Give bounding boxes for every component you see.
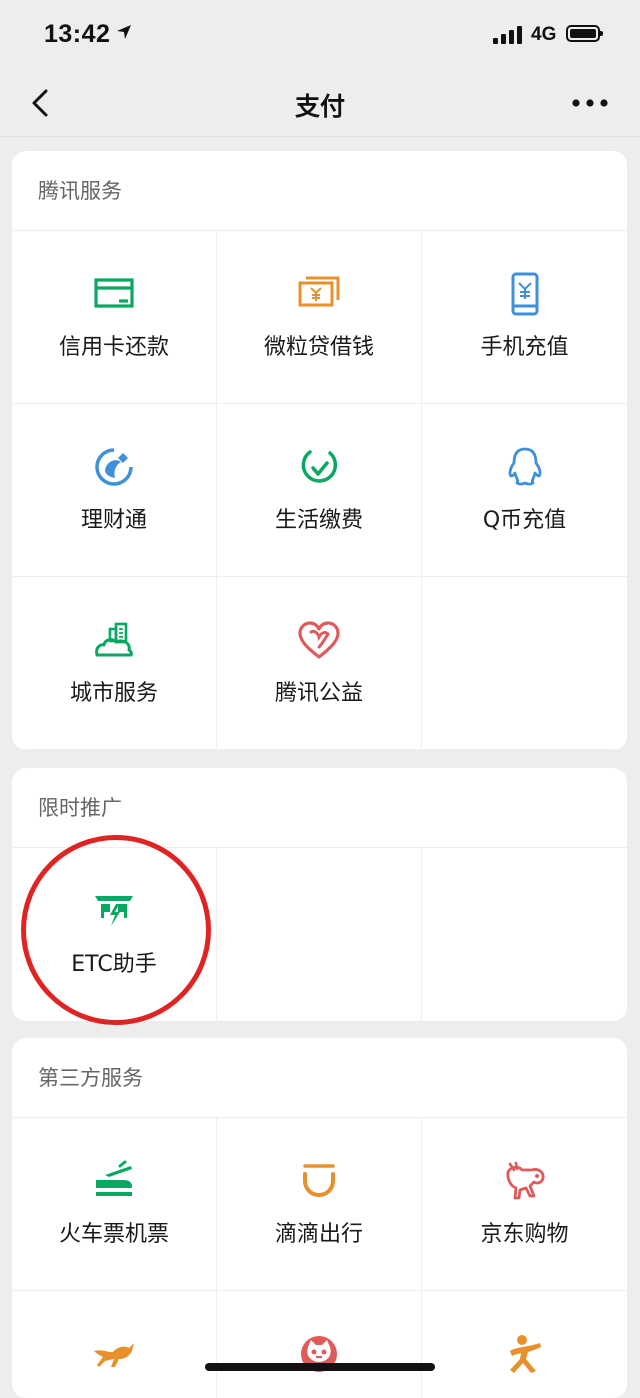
- service-label: 微粒贷借钱: [263, 335, 374, 360]
- service-didi[interactable]: 滴滴出行: [217, 1118, 422, 1291]
- didi-icon: [296, 1158, 342, 1204]
- service-jd-shopping[interactable]: 京东购物: [422, 1118, 627, 1291]
- third-party-services-card: 第三方服务 火车票机票 滴滴出行 京东购物: [12, 1038, 627, 1398]
- more-options-icon[interactable]: [568, 90, 612, 116]
- battery-icon: [566, 25, 603, 42]
- home-indicator[interactable]: [205, 1363, 435, 1371]
- service-mobile-topup[interactable]: 手机充值: [422, 231, 627, 404]
- service-licaitong[interactable]: 理财通: [12, 404, 217, 577]
- service-qq-coin[interactable]: Q币充值: [422, 404, 627, 577]
- train-ticket-icon: [91, 1158, 137, 1204]
- promo-card: 限时推广 ETC助手: [12, 768, 627, 1021]
- service-tencent-charity[interactable]: 腾讯公益: [217, 577, 422, 750]
- status-time: 13:42: [44, 20, 111, 48]
- service-label: 城市服务: [69, 681, 158, 706]
- service-train-flight-tickets[interactable]: 火车票机票: [12, 1118, 217, 1291]
- empty-cell: [217, 848, 422, 1021]
- section-title: 限时推广: [12, 768, 627, 848]
- service-meituan[interactable]: [12, 1291, 217, 1398]
- service-label: 生活缴费: [274, 508, 363, 533]
- service-label: ETC助手: [71, 952, 157, 977]
- cellular-signal-icon: [493, 24, 523, 44]
- service-label: 滴滴出行: [274, 1222, 363, 1247]
- service-weilidai-loan[interactable]: 微粒贷借钱: [217, 231, 422, 404]
- nav-bar: 支付: [0, 70, 640, 137]
- wealth-icon: [91, 444, 137, 490]
- qq-coin-icon: [502, 444, 548, 490]
- loan-icon: [296, 271, 342, 317]
- page-title: 支付: [294, 92, 345, 121]
- service-utilities[interactable]: 生活缴费: [217, 404, 422, 577]
- service-credit-card-repay[interactable]: 信用卡还款: [12, 231, 217, 404]
- service-label: 腾讯公益: [274, 681, 363, 706]
- service-etc-assistant[interactable]: ETC助手: [12, 848, 217, 1021]
- charity-heart-icon: [296, 617, 342, 663]
- kangaroo-icon: [91, 1331, 137, 1377]
- service-label: 理财通: [80, 508, 147, 533]
- empty-cell: [422, 848, 627, 1021]
- location-arrow-icon: [117, 25, 131, 39]
- service-tmall[interactable]: [217, 1291, 422, 1398]
- service-label: 京东购物: [480, 1222, 569, 1247]
- status-bar: 13:42 4G: [0, 0, 640, 70]
- service-label: 信用卡还款: [58, 335, 169, 360]
- service-city-services[interactable]: 城市服务: [12, 577, 217, 750]
- service-label: 火车票机票: [58, 1222, 169, 1247]
- service-dianping[interactable]: [422, 1291, 627, 1398]
- etc-toll-icon: [91, 888, 137, 934]
- mobile-topup-icon: [502, 271, 548, 317]
- network-type: 4G: [531, 24, 557, 45]
- utilities-icon: [296, 444, 342, 490]
- city-services-icon: [91, 617, 137, 663]
- credit-card-icon: [91, 271, 137, 317]
- section-title: 腾讯服务: [12, 151, 627, 231]
- section-title: 第三方服务: [12, 1038, 627, 1118]
- service-label: Q币充值: [482, 508, 567, 533]
- jd-dog-icon: [502, 1158, 548, 1204]
- tencent-services-card: 腾讯服务 信用卡还款 微粒贷借钱 手机充值 理财通 生活缴费 Q币充值 城市服务…: [12, 151, 627, 750]
- running-man-icon: [502, 1331, 548, 1377]
- service-label: 手机充值: [480, 335, 569, 360]
- empty-cell: [422, 577, 627, 750]
